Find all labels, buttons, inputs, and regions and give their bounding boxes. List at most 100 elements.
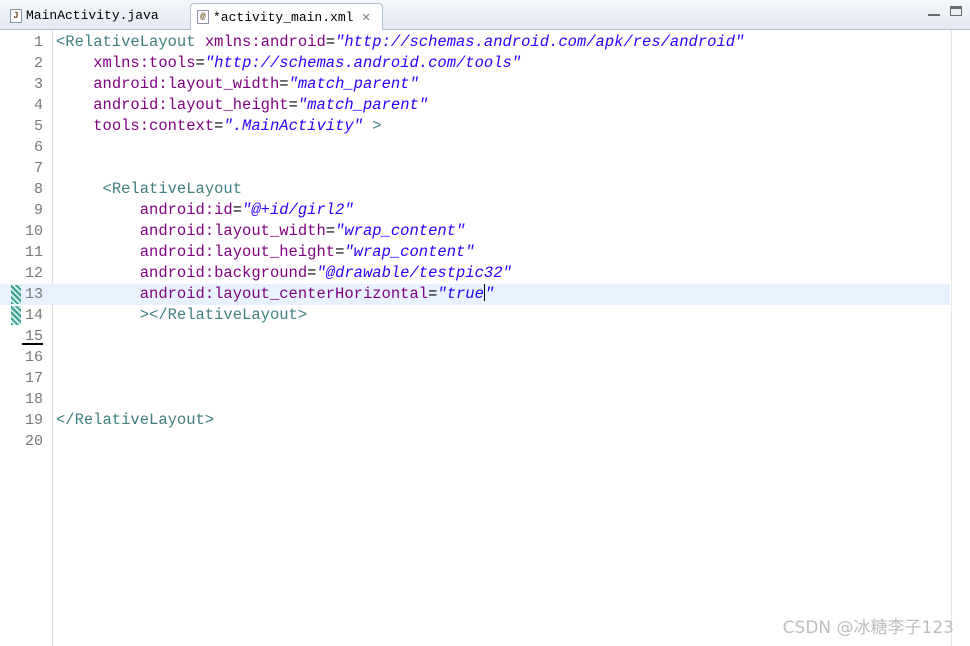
maximize-icon[interactable]	[950, 6, 962, 16]
code-line[interactable]: 9 android:id="@+id/girl2"	[0, 200, 950, 221]
code-token: "true	[437, 285, 484, 303]
code-token: "wrap_content"	[344, 243, 475, 261]
code-line[interactable]: 15	[0, 326, 950, 347]
close-tab-icon[interactable]: ✕	[361, 11, 370, 24]
line-number: 12	[24, 265, 43, 282]
java-file-icon: J	[10, 8, 22, 23]
code-line[interactable]: 3 android:layout_width="match_parent"	[0, 74, 950, 95]
line-number: 4	[33, 97, 43, 114]
code-token: android:background	[139, 264, 308, 282]
code-line[interactable]: 18	[0, 389, 950, 410]
line-number: 13	[24, 286, 43, 303]
code-token: android:layout_height	[93, 96, 289, 114]
code-token: xmlns:android	[204, 33, 326, 51]
code-token: <RelativeLayout	[102, 180, 243, 198]
code-text: android:layout_width="wrap_content"	[56, 221, 466, 242]
line-number: 10	[24, 223, 43, 240]
code-line[interactable]: 16	[0, 347, 950, 368]
line-number: 6	[33, 139, 43, 156]
code-token: =	[232, 201, 243, 219]
code-line[interactable]: 17	[0, 368, 950, 389]
line-15-underline	[22, 343, 43, 345]
code-token: "match_parent"	[288, 75, 419, 93]
code-text: android:layout_height="match_parent"	[56, 95, 428, 116]
code-token: "@+id/girl2"	[242, 201, 354, 219]
code-token: "	[484, 285, 495, 303]
tab-mainactivity-java[interactable]: J MainActivity.java	[0, 3, 188, 28]
line-number: 11	[24, 244, 43, 261]
vertical-scrollbar[interactable]	[951, 30, 970, 646]
line-number: 16	[24, 349, 43, 366]
code-line[interactable]: 13 android:layout_centerHorizontal="true…	[0, 284, 950, 305]
code-line[interactable]: 6	[0, 137, 950, 158]
code-token: android:id	[139, 201, 233, 219]
code-line[interactable]: 8 <RelativeLayout	[0, 179, 950, 200]
code-line[interactable]: 12 android:background="@drawable/testpic…	[0, 263, 950, 284]
watermark: CSDN @冰糖李子123	[782, 618, 954, 638]
code-token: </RelativeLayout>	[56, 411, 215, 429]
line-number: 14	[24, 307, 43, 324]
code-line[interactable]: 2 xmlns:tools="http://schemas.android.co…	[0, 53, 950, 74]
tab-activity-main-xml[interactable]: @ *activity_main.xml ✕	[190, 3, 383, 30]
code-token: =	[325, 222, 336, 240]
code-line[interactable]: 14 ></RelativeLayout>	[0, 305, 950, 326]
code-text: xmlns:tools="http://schemas.android.com/…	[56, 53, 521, 74]
code-token: "@drawable/testpic32"	[316, 264, 512, 282]
code-text: android:layout_centerHorizontal="true"	[56, 284, 494, 305]
line-number: 17	[24, 370, 43, 387]
code-text: android:layout_width="match_parent"	[56, 74, 419, 95]
code-token: android:layout_centerHorizontal	[139, 285, 429, 303]
code-text: ></RelativeLayout>	[56, 305, 307, 326]
line-number: 1	[33, 34, 43, 51]
line-number: 5	[33, 118, 43, 135]
code-line[interactable]: 10 android:layout_width="wrap_content"	[0, 221, 950, 242]
code-line[interactable]: 4 android:layout_height="match_parent"	[0, 95, 950, 116]
xml-file-icon: @	[197, 10, 209, 24]
code-token: android:layout_width	[93, 75, 280, 93]
editor-tab-bar: J MainActivity.java @ *activity_main.xml…	[0, 0, 970, 30]
code-line[interactable]: 19 </RelativeLayout>	[0, 410, 950, 431]
code-line[interactable]: 7	[0, 158, 950, 179]
code-token: ></RelativeLayout>	[139, 306, 308, 324]
code-token: =	[195, 54, 205, 72]
code-line[interactable]: 11 android:layout_height="wrap_content"	[0, 242, 950, 263]
code-text: android:id="@+id/girl2"	[56, 200, 354, 221]
code-text: </RelativeLayout>	[56, 410, 214, 431]
code-line[interactable]: 5 tools:context=".MainActivity" >	[0, 116, 950, 137]
code-token: xmlns:tools	[93, 54, 196, 72]
line-number: 9	[33, 202, 43, 219]
code-text: <RelativeLayout	[56, 179, 243, 200]
code-token: "http://schemas.android.com/tools"	[204, 54, 522, 72]
code-text: android:layout_height="wrap_content"	[56, 242, 475, 263]
line-number: 2	[33, 55, 43, 72]
code-token: android:layout_width	[139, 222, 326, 240]
minimize-icon[interactable]	[928, 6, 940, 16]
code-line[interactable]: 1 <RelativeLayout xmlns:android="http://s…	[0, 32, 950, 53]
code-token: android:layout_height	[139, 243, 336, 261]
code-token: "http://schemas.android.com/apk/res/andr…	[335, 33, 745, 51]
code-text: tools:context=".MainActivity" >	[56, 116, 382, 137]
line-number: 20	[24, 433, 43, 450]
code-token: >	[362, 117, 382, 135]
line-number: 19	[24, 412, 43, 429]
tab-label: *activity_main.xml	[213, 9, 354, 25]
code-text: <RelativeLayout xmlns:android="http://sc…	[56, 32, 744, 53]
code-token: <RelativeLayout	[56, 33, 196, 51]
line-number: 7	[33, 160, 43, 177]
code-token: =	[279, 75, 289, 93]
tab-label: MainActivity.java	[26, 8, 159, 23]
code-line[interactable]: 20	[0, 431, 950, 452]
xml-code-editor[interactable]: 1 <RelativeLayout xmlns:android="http://s…	[0, 30, 970, 646]
